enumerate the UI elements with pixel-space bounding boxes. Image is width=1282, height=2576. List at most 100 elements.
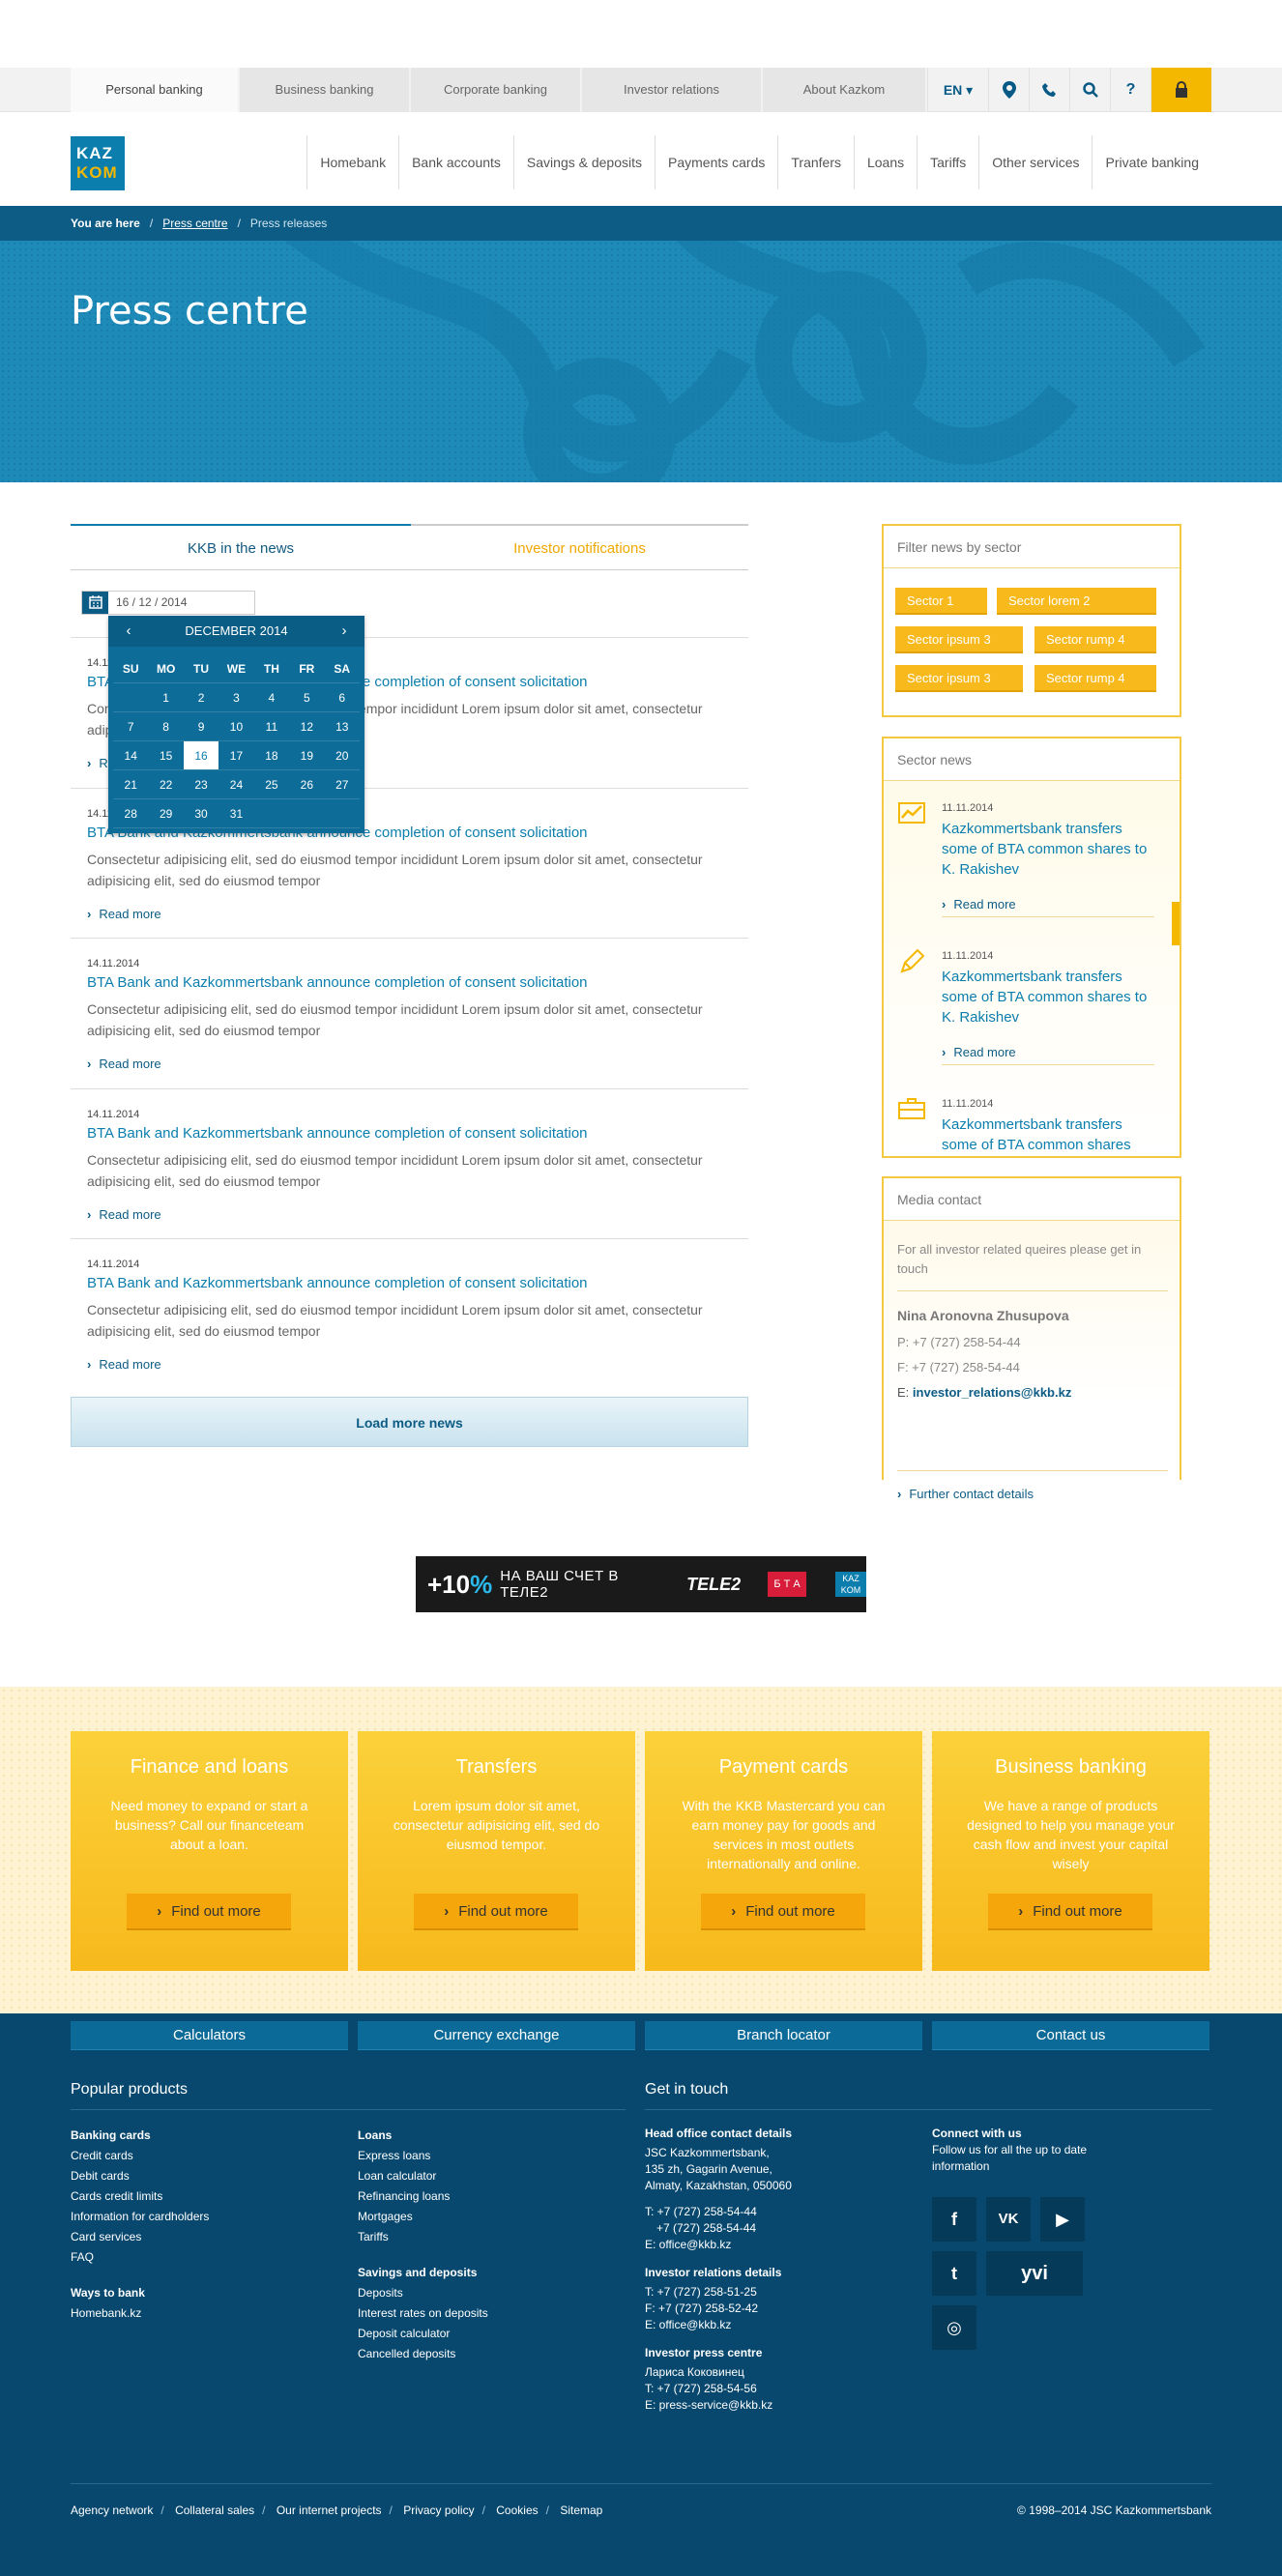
calendar-day[interactable]: 6	[325, 683, 360, 711]
tab-corporate-banking[interactable]: Corporate banking	[411, 68, 582, 112]
calendar-day[interactable]: 14	[113, 741, 148, 769]
calendar-day[interactable]: 17	[219, 741, 253, 769]
footer-link[interactable]: Debit cards	[71, 2166, 209, 2186]
footer-link[interactable]: Cards credit limits	[71, 2186, 209, 2207]
calendar-day[interactable]: 31	[219, 799, 253, 827]
calendar-day[interactable]: 2	[184, 683, 219, 711]
footer-bottom-link[interactable]: Privacy policy	[403, 2504, 474, 2517]
sector-button[interactable]: Sector 1	[895, 588, 987, 615]
tab-investor-notifications[interactable]: Investor notifications	[411, 524, 748, 570]
tele2-ad-banner[interactable]: +10% НА ВАШ СЧЕТ В ТЕЛЕ2 TELE2 Б Т А KAZ…	[416, 1556, 866, 1612]
further-contact-link[interactable]: Further contact details	[897, 1487, 1034, 1501]
chevron-right-icon[interactable]: ›	[330, 616, 359, 647]
press-email[interactable]: E: press-service@kkb.kz	[645, 2397, 792, 2414]
calendar-icon[interactable]	[82, 592, 108, 614]
footer-link[interactable]: Cancelled deposits	[358, 2344, 488, 2364]
language-select[interactable]: EN ▾	[927, 68, 988, 112]
footer-link[interactable]: Credit cards	[71, 2146, 209, 2166]
nav-transfers[interactable]: Tranfers	[777, 135, 854, 189]
sector-button[interactable]: Sector ipsum 3	[895, 626, 1023, 653]
currency-exchange-button[interactable]: Currency exchange	[358, 2021, 635, 2050]
sector-news-link[interactable]: Kazkommertsbank transfers some of BTA co…	[942, 819, 1154, 880]
calendar-day[interactable]: 30	[184, 799, 219, 827]
find-out-more-button[interactable]: Find out more	[988, 1894, 1152, 1930]
find-out-more-button[interactable]: Find out more	[701, 1894, 865, 1930]
facebook-icon[interactable]: f	[932, 2197, 976, 2242]
calendar-day[interactable]: 18	[254, 741, 289, 769]
phone-icon[interactable]	[1029, 68, 1069, 112]
footer-link[interactable]: Card services	[71, 2227, 209, 2247]
calendar-day[interactable]: 21	[113, 770, 148, 798]
tab-personal-banking[interactable]: Personal banking	[71, 68, 240, 112]
help-icon[interactable]: ?	[1110, 68, 1151, 112]
news-title[interactable]: BTA Bank and Kazkommertsbank announce co…	[87, 974, 588, 991]
footer-bottom-link[interactable]: Sitemap	[560, 2504, 602, 2517]
read-more-link[interactable]: Read more	[87, 1207, 160, 1222]
sector-news-link[interactable]: Kazkommertsbank transfers some of BTA co…	[942, 967, 1154, 1028]
find-out-more-button[interactable]: Find out more	[414, 1894, 578, 1930]
nav-other-services[interactable]: Other services	[978, 135, 1092, 189]
contact-email-link[interactable]: investor_relations@kkb.kz	[913, 1385, 1071, 1400]
calendar-day[interactable]: 22	[148, 770, 183, 798]
calendar-day[interactable]: 11	[254, 712, 289, 740]
ir-email[interactable]: E: office@kkb.kz	[645, 2317, 792, 2333]
calendar-day[interactable]: 20	[325, 741, 360, 769]
sector-button[interactable]: Sector rump 4	[1034, 665, 1156, 692]
footer-bottom-link[interactable]: Agency network	[71, 2504, 153, 2517]
nav-bank-accounts[interactable]: Bank accounts	[398, 135, 513, 189]
calendar-day[interactable]: 8	[148, 712, 183, 740]
nav-payments-cards[interactable]: Payments cards	[655, 135, 777, 189]
calendar-day[interactable]: 5	[289, 683, 324, 711]
sector-button[interactable]: Sector rump 4	[1034, 626, 1156, 653]
nav-savings-deposits[interactable]: Savings & deposits	[512, 135, 655, 189]
tab-business-banking[interactable]: Business banking	[240, 68, 411, 112]
calendar-day[interactable]: 24	[219, 770, 253, 798]
calendar-day[interactable]: 28	[113, 799, 148, 827]
read-more-link[interactable]: Read more	[87, 907, 160, 921]
chevron-left-icon[interactable]: ‹	[114, 616, 143, 647]
nav-loans[interactable]: Loans	[853, 135, 917, 189]
load-more-button[interactable]: Load more news	[71, 1397, 748, 1447]
nav-tariffs[interactable]: Tariffs	[917, 135, 978, 189]
sector-button[interactable]: Sector ipsum 3	[895, 665, 1023, 692]
read-more-link[interactable]: Read more	[87, 1056, 160, 1071]
calendar-day[interactable]: 25	[254, 770, 289, 798]
nav-private-banking[interactable]: Private banking	[1092, 135, 1211, 189]
calendar-day[interactable]: 23	[184, 770, 219, 798]
instagram-icon[interactable]: ◎	[932, 2305, 976, 2350]
calendar-day[interactable]: 1	[148, 683, 183, 711]
calendar-day[interactable]: 15	[148, 741, 183, 769]
sector-news-link[interactable]: Kazkommertsbank transfers some of BTA co…	[942, 1114, 1154, 1155]
read-more-link[interactable]: Read more	[942, 1045, 1154, 1059]
calendar-day[interactable]: 9	[184, 712, 219, 740]
twitter-icon[interactable]: t	[932, 2251, 976, 2296]
yvi-icon[interactable]: yvi	[986, 2251, 1083, 2296]
calendar-day[interactable]: 4	[254, 683, 289, 711]
calendar-day[interactable]: 26	[289, 770, 324, 798]
youtube-icon[interactable]: ▶	[1040, 2197, 1085, 2242]
calendar-day[interactable]: 10	[219, 712, 253, 740]
location-icon[interactable]	[988, 68, 1029, 112]
calendar-day[interactable]: 12	[289, 712, 324, 740]
news-title[interactable]: BTA Bank and Kazkommertsbank announce co…	[87, 1125, 588, 1142]
tab-kkb-in-the-news[interactable]: KKB in the news	[71, 524, 411, 570]
office-email[interactable]: E: office@kkb.kz	[645, 2237, 792, 2253]
footer-link[interactable]: Deposit calculator	[358, 2324, 488, 2344]
calendar-day[interactable]: 3	[219, 683, 253, 711]
calendar-day[interactable]: 29	[148, 799, 183, 827]
calculators-button[interactable]: Calculators	[71, 2021, 348, 2050]
find-out-more-button[interactable]: Find out more	[127, 1894, 291, 1930]
footer-link[interactable]: Express loans	[358, 2146, 488, 2166]
footer-link[interactable]: Tariffs	[358, 2227, 488, 2247]
calendar-day[interactable]: 19	[289, 741, 324, 769]
calendar-day[interactable]: 16	[183, 741, 219, 769]
footer-link[interactable]: FAQ	[71, 2247, 209, 2268]
footer-link[interactable]: Information for cardholders	[71, 2207, 209, 2227]
calendar-day[interactable]: 7	[113, 712, 148, 740]
news-title[interactable]: BTA Bank and Kazkommertsbank announce co…	[87, 1275, 588, 1291]
breadcrumb-press-centre[interactable]: Press centre	[162, 217, 227, 230]
footer-link[interactable]: Refinancing loans	[358, 2186, 488, 2207]
nav-homebank[interactable]: Homebank	[306, 135, 398, 189]
tab-about-kazkom[interactable]: About Kazkom	[763, 68, 927, 112]
footer-bottom-link[interactable]: Collateral sales	[175, 2504, 254, 2517]
